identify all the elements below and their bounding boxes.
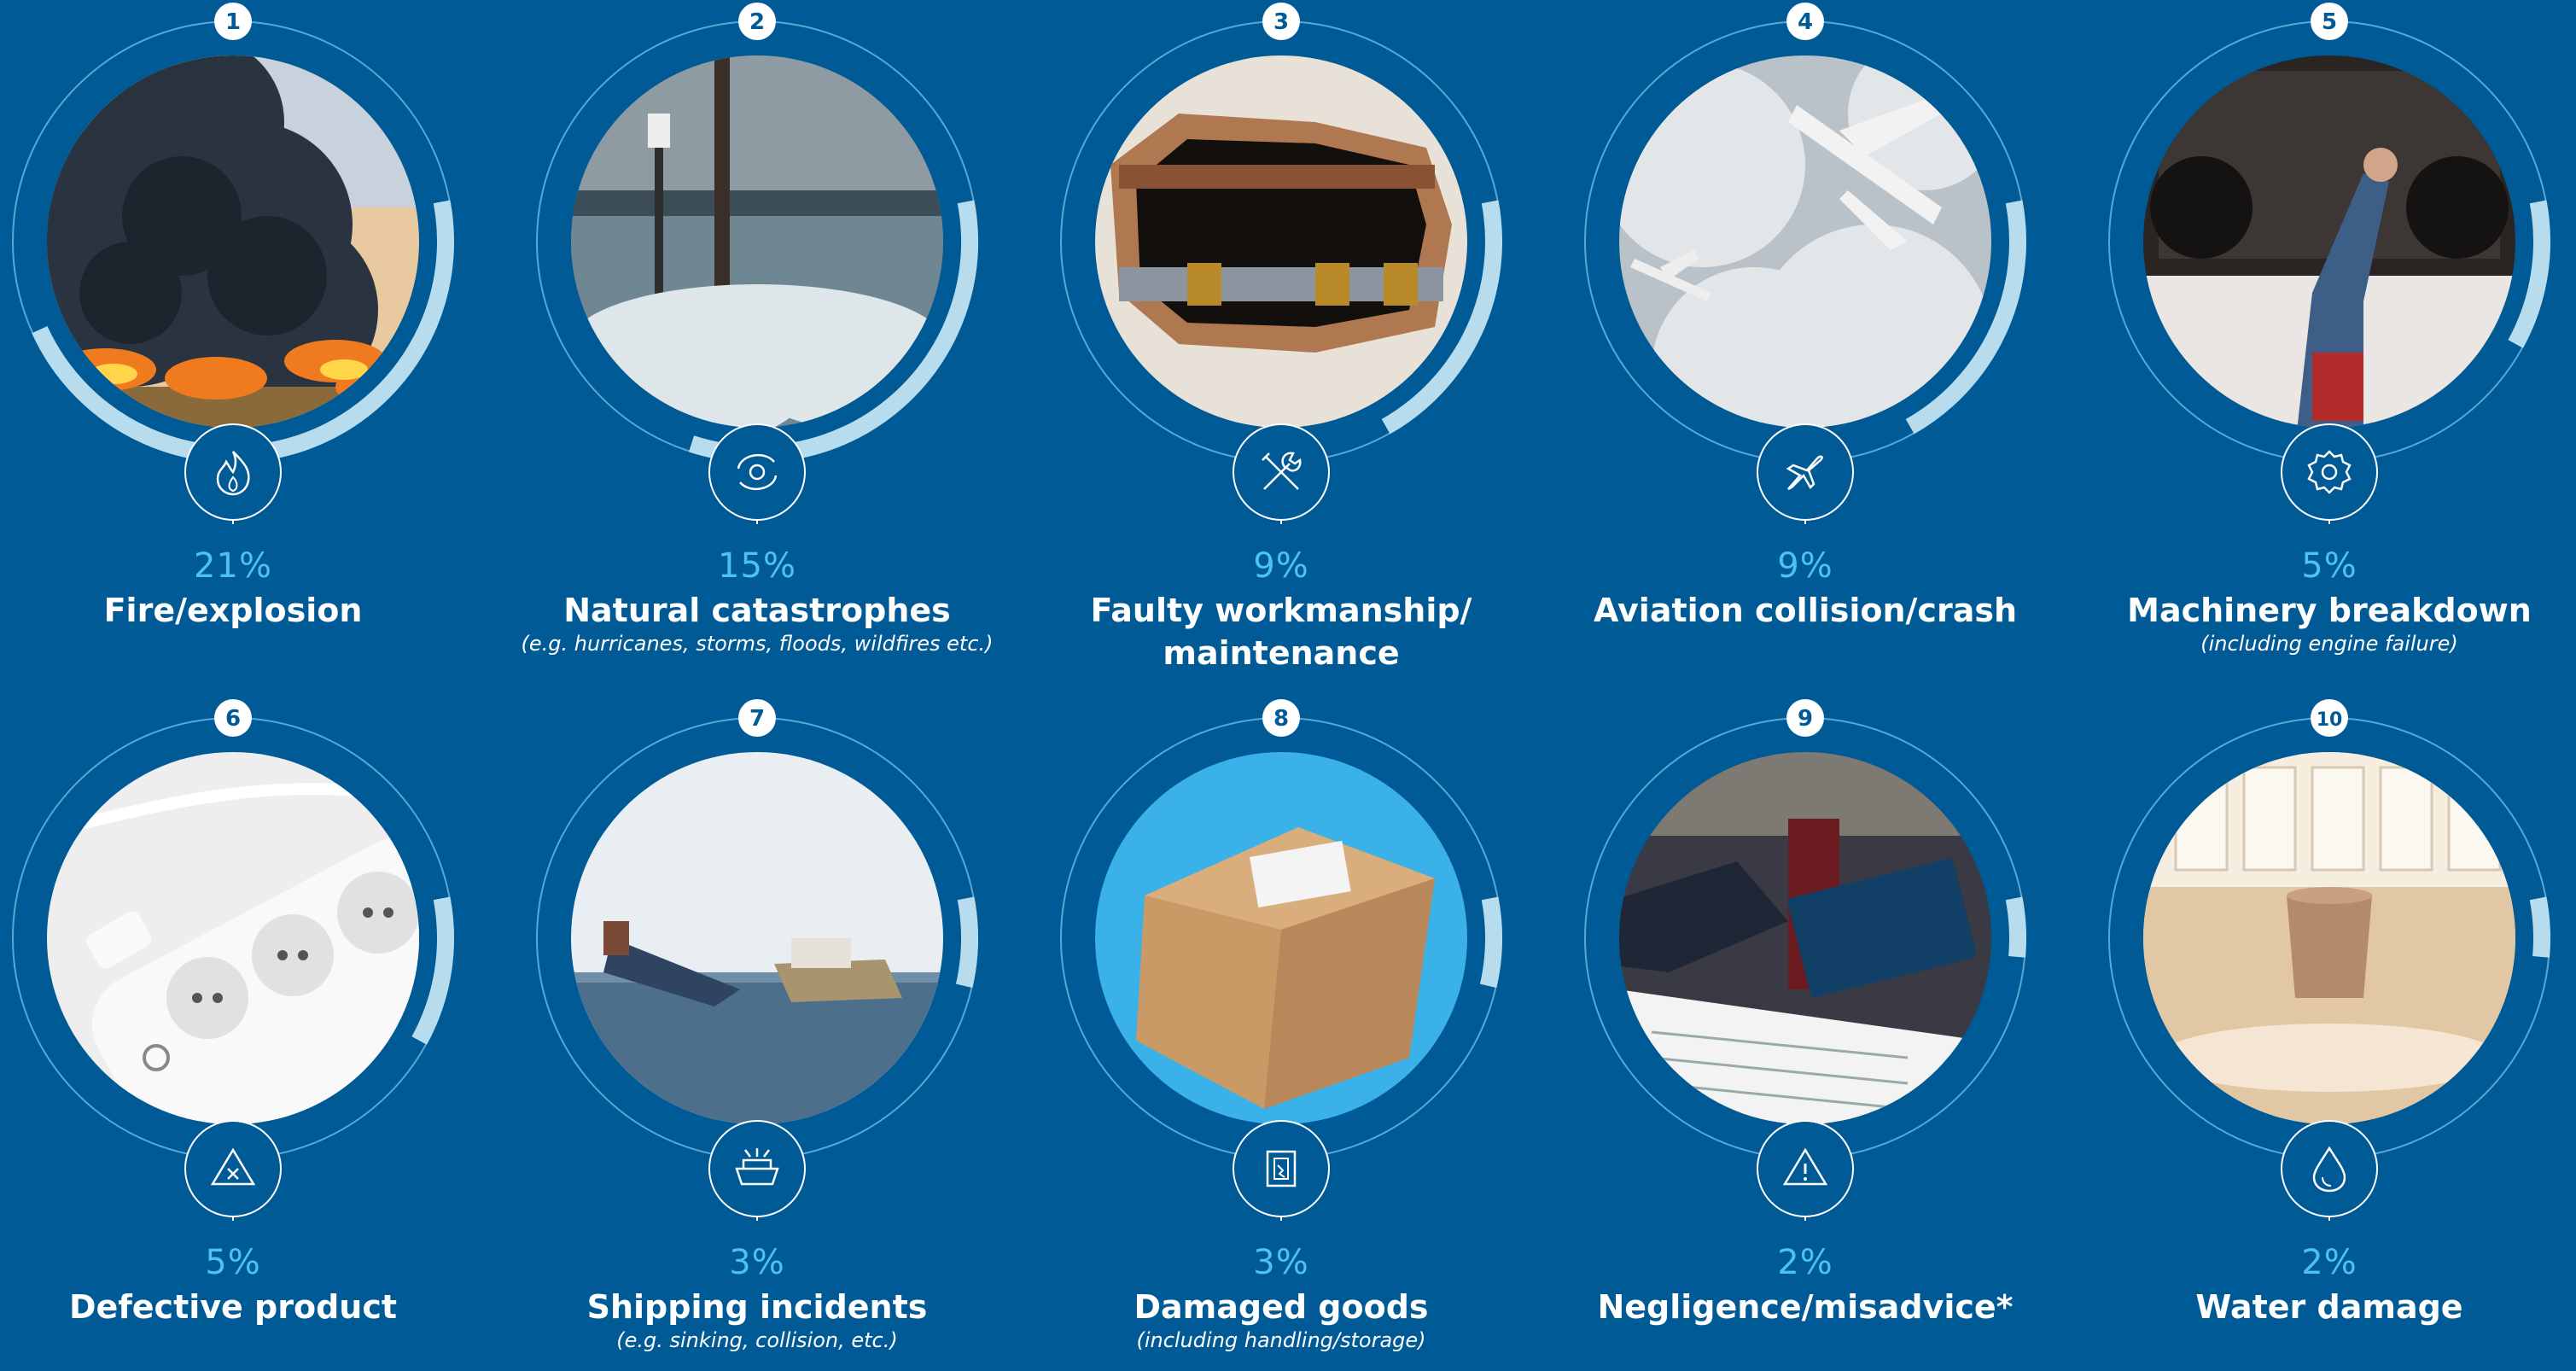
rank-number: 10 [2317, 709, 2343, 731]
share-percent: 9% [1777, 546, 1833, 586]
rank-badge: 4 [1786, 3, 1824, 40]
loss-cause-card: 5 5% Machinery breakdown (including engine … [2067, 0, 2576, 674]
ring-graphic: 9 [1584, 699, 2026, 1221]
warning-x-icon [184, 1120, 282, 1217]
loss-cause-card: 9 2% Negligence/misadvice* [1543, 697, 2067, 1371]
cause-title: Machinery breakdown [2127, 592, 2532, 629]
share-arc [2529, 896, 2550, 958]
mechanic-photo [2143, 55, 2515, 428]
rank-badge: 1 [214, 3, 252, 40]
rank-badge: 6 [214, 699, 252, 737]
rank-number: 7 [749, 706, 765, 732]
ring-graphic: 2 [536, 3, 978, 524]
cause-title: Damaged goods [1134, 1288, 1429, 1326]
broken-pipe-photo [1095, 55, 1467, 428]
rank-badge: 7 [738, 699, 776, 737]
cyclone-icon [708, 423, 806, 521]
rank-number: 6 [225, 706, 241, 732]
share-percent: 9% [1253, 546, 1309, 586]
rank-number: 1 [225, 9, 241, 35]
flame-icon [184, 423, 282, 521]
tools-icon [1233, 423, 1330, 521]
rank-badge: 3 [1262, 3, 1300, 40]
loss-cause-card: 6 5% Defective product [0, 697, 495, 1371]
share-percent: 2% [2301, 1243, 2357, 1282]
share-percent: 5% [205, 1243, 261, 1282]
cause-title: Fire/explosion [103, 592, 363, 629]
ring-graphic: 8 [1060, 699, 1502, 1221]
damaged-box-photo [1095, 752, 1467, 1124]
cause-subtitle: (e.g. hurricanes, storms, floods, wildfi… [521, 632, 994, 656]
loss-cause-card: 4 9% Aviation collision/crash [1543, 0, 2067, 674]
rank-number: 5 [2322, 9, 2337, 35]
cause-title: Shipping incidents [586, 1288, 928, 1326]
ship-icon [708, 1120, 806, 1217]
loss-cause-card: 8 3% Damaged goods (including handling/stor… [1019, 697, 1543, 1371]
share-arc [411, 896, 454, 1045]
cause-title: Aviation collision/crash [1593, 592, 2018, 629]
share-percent: 3% [1253, 1243, 1309, 1282]
ring-graphic: 3 [1060, 3, 1502, 524]
cause-title: Natural catastrophes [563, 592, 951, 629]
cause-subtitle: (including handling/storage) [1136, 1328, 1426, 1352]
rank-badge: 5 [2311, 3, 2348, 40]
water-floor-photo [2143, 752, 2515, 1124]
share-percent: 2% [1777, 1243, 1833, 1282]
ring-graphic: 5 [2108, 3, 2550, 524]
loss-cause-card: 7 3% Shipping incidents (e.g. sinking, coll… [495, 697, 1019, 1371]
ring-graphic: 6 [12, 699, 454, 1221]
ring-graphic: 7 [536, 699, 978, 1221]
rank-number: 9 [1798, 706, 1813, 732]
ring-graphic: 4 [1584, 3, 2026, 524]
loss-cause-card: 10 2% Water damage [2067, 697, 2576, 1371]
rank-badge: 8 [1262, 699, 1300, 737]
ring-graphic: 10 [2108, 699, 2550, 1221]
warning-icon [1757, 1120, 1854, 1217]
rank-number: 2 [749, 9, 765, 35]
ring-graphic: 1 [12, 3, 454, 524]
share-percent: 15% [718, 546, 796, 586]
share-arc [2005, 896, 2026, 958]
loss-cause-card: 1 21% Fire/explosion [0, 0, 495, 674]
share-percent: 3% [729, 1243, 785, 1282]
loss-cause-card: 3 9% Faulty workmanship/maintenance [1019, 0, 1543, 674]
cause-title: Faulty workmanship/maintenance [1090, 592, 1472, 672]
rank-number: 8 [1273, 706, 1289, 732]
share-percent: 21% [194, 546, 272, 586]
damaged-box-icon [1233, 1120, 1330, 1217]
cause-title-line2: maintenance [1163, 634, 1400, 672]
rank-badge: 2 [738, 3, 776, 40]
rank-badge: 10 [2311, 699, 2348, 737]
power-strip-photo [47, 752, 419, 1124]
loss-cause-card: 2 15% Natural catastrophes (e.g. hurricanes… [495, 0, 1019, 674]
share-arc [955, 896, 978, 989]
cause-title: Defective product [68, 1288, 398, 1326]
cause-title: Negligence/misadvice* [1597, 1288, 2014, 1326]
cause-subtitle: (e.g. sinking, collision, etc.) [616, 1328, 898, 1352]
cause-subtitle: (including engine failure) [2200, 632, 2458, 656]
share-arc [1479, 896, 1502, 989]
share-percent: 5% [2301, 546, 2357, 586]
water-drop-icon [2281, 1120, 2378, 1217]
rank-number: 3 [1273, 9, 1289, 35]
advisors-photo [1619, 752, 1991, 1124]
airplane-icon [1757, 423, 1854, 521]
cause-title: Water damage [2195, 1288, 2463, 1326]
share-arc [2508, 200, 2550, 348]
gear-icon [2281, 423, 2378, 521]
sinking-ship-photo [571, 752, 943, 1124]
rank-number: 4 [1798, 9, 1813, 35]
rank-badge: 9 [1786, 699, 1824, 737]
